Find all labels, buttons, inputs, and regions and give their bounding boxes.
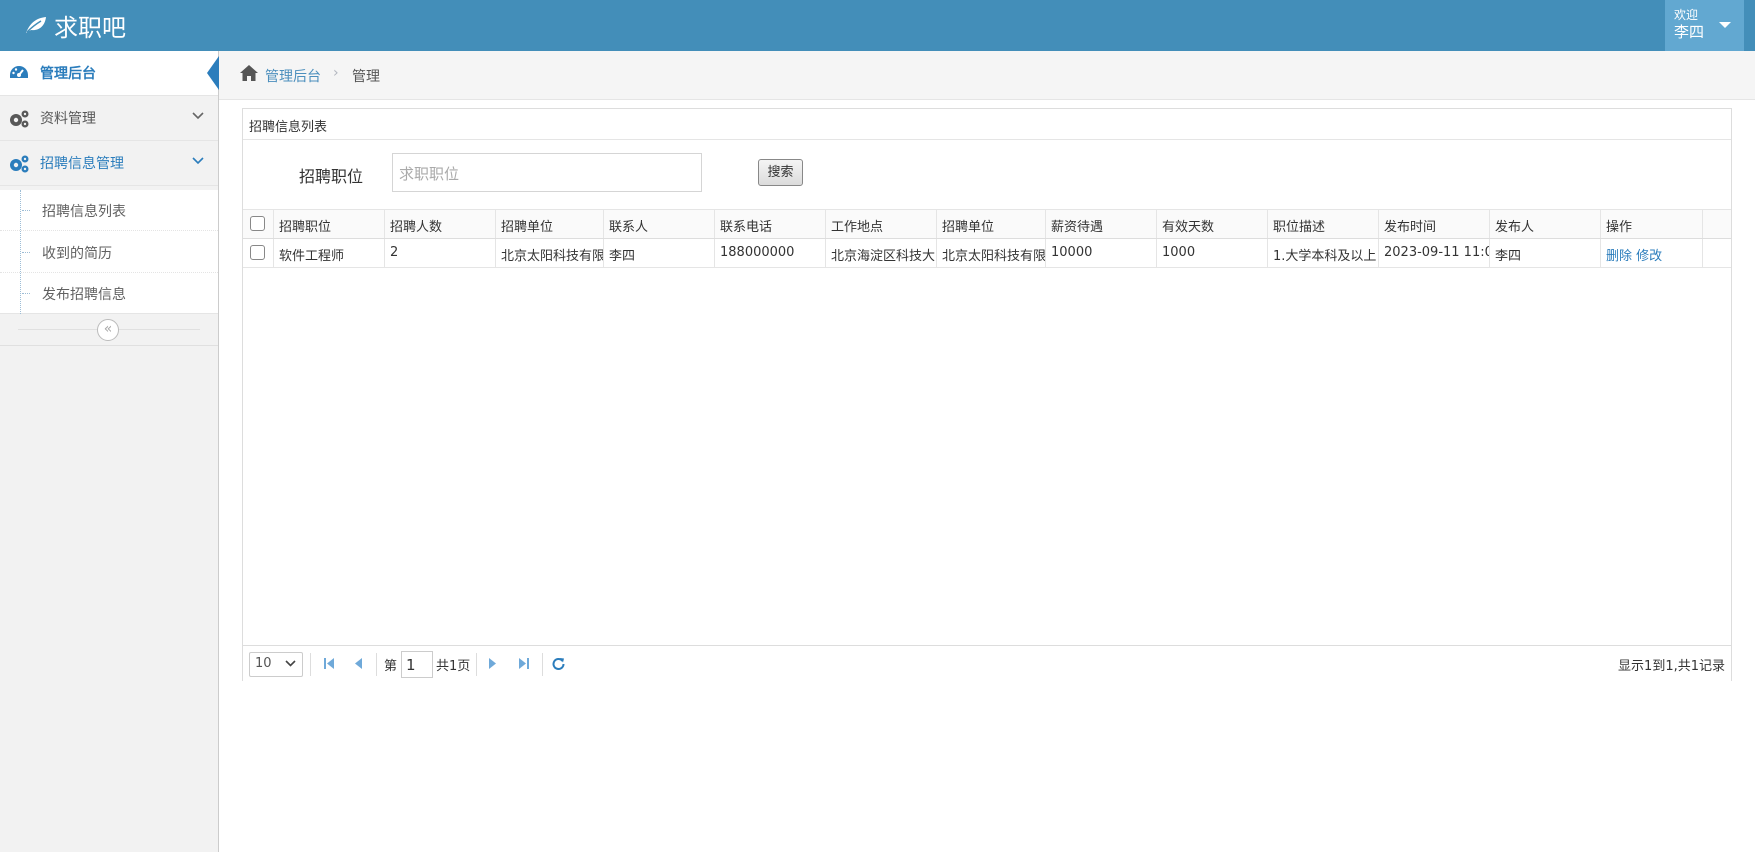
pagination-bar: 10 第 1 共1页 显示1到1,共1记录 (243, 645, 1731, 681)
column-header[interactable]: 操作 (1601, 210, 1703, 238)
collapse-sidebar-button[interactable]: « (97, 319, 119, 341)
recruitment-list-panel: 招聘信息列表 招聘职位 求职职位 搜索 招聘职位 招聘人数 招聘单位 联系人 联… (242, 108, 1732, 681)
submenu: 招聘信息列表 收到的简历 发布招聘信息 (0, 190, 218, 314)
dashboard-icon (10, 66, 28, 78)
last-page-icon[interactable] (518, 657, 530, 670)
cogs-icon (10, 155, 29, 173)
tree-dash (22, 210, 30, 211)
column-header[interactable]: 招聘职位 (274, 210, 385, 238)
brand[interactable]: 求职吧 (24, 8, 126, 42)
page-prefix: 第 (384, 659, 398, 674)
chevron-down-icon (192, 112, 204, 120)
top-navbar: 求职吧 欢迎 李四 (0, 0, 1755, 51)
chevron-down-icon (192, 157, 204, 165)
table-cell: 2 (385, 239, 496, 267)
table-cell: 李四 (604, 239, 715, 267)
table-cell: 北京太阳科技有限 (496, 239, 604, 267)
breadcrumb-separator: › (333, 65, 339, 81)
tree-dash (22, 293, 30, 294)
column-header[interactable]: 联系电话 (715, 210, 826, 238)
tree-dash (22, 252, 30, 253)
table-header: 招聘职位 招聘人数 招聘单位 联系人 联系电话 工作地点 招聘单位 薪资待遇 有… (243, 209, 1731, 239)
column-header[interactable]: 工作地点 (826, 210, 937, 238)
next-page-icon[interactable] (488, 657, 498, 670)
table-cell: 2023-09-11 11:0 (1379, 239, 1490, 267)
submenu-item-label: 招聘信息列表 (42, 204, 126, 220)
select-all-checkbox[interactable] (250, 216, 265, 231)
user-greeting: 欢迎 (1674, 8, 1699, 22)
breadcrumb: 管理后台 › 管理 (219, 51, 1755, 100)
column-header[interactable]: 职位描述 (1268, 210, 1379, 238)
table-cell: 李四 (1490, 239, 1601, 267)
divider (476, 653, 477, 676)
sidebar-item-label: 管理后台 (40, 66, 96, 82)
page-total: 共1页 (436, 659, 471, 674)
column-header[interactable]: 招聘人数 (385, 210, 496, 238)
submenu-item-label: 发布招聘信息 (42, 287, 126, 303)
column-header[interactable]: 薪资待遇 (1046, 210, 1157, 238)
chevron-down-icon (285, 660, 296, 667)
pagination-info: 显示1到1,共1记录 (1618, 659, 1725, 674)
column-header[interactable]: 招聘单位 (496, 210, 604, 238)
submenu-item-publish-recruitment[interactable]: 发布招聘信息 (0, 273, 218, 314)
delete-link[interactable]: 删除 (1606, 249, 1632, 264)
divider (542, 653, 543, 676)
first-page-icon[interactable] (323, 657, 335, 670)
actions-cell: 删除 修改 (1601, 239, 1703, 267)
table-cell: 软件工程师 (274, 239, 385, 267)
sidebar-item-label: 资料管理 (40, 111, 96, 127)
submenu-item-label: 收到的简历 (42, 246, 112, 262)
user-name: 李四 (1674, 23, 1705, 41)
table-cell: 1.大学本科及以上 (1268, 239, 1379, 267)
divider (310, 653, 311, 676)
divider (376, 653, 377, 676)
sidebar-item-dashboard[interactable]: 管理后台 (0, 51, 219, 96)
active-indicator (207, 56, 219, 90)
home-icon (240, 65, 258, 81)
cogs-icon (10, 110, 29, 128)
breadcrumb-home-link[interactable]: 管理后台 (265, 66, 321, 86)
column-header[interactable]: 有效天数 (1157, 210, 1268, 238)
search-label: 招聘职位 (299, 167, 364, 186)
page-size-select[interactable]: 10 (249, 652, 303, 677)
table-cell: 1000 (1157, 239, 1268, 267)
row-select-cell (243, 239, 274, 267)
column-header[interactable]: 招聘单位 (937, 210, 1046, 238)
table-cell: 10000 (1046, 239, 1157, 267)
page-number-input[interactable]: 1 (401, 651, 433, 678)
caret-down-icon (1719, 22, 1731, 28)
table-row[interactable]: 软件工程师 2 北京太阳科技有限 李四 188000000 北京海淀区科技大 北… (243, 239, 1731, 268)
refresh-icon[interactable] (552, 657, 565, 670)
double-chevron-left-icon: « (103, 321, 113, 337)
column-header[interactable]: 发布人 (1490, 210, 1601, 238)
submenu-item-recruitment-list[interactable]: 招聘信息列表 (0, 190, 218, 231)
previous-page-icon[interactable] (353, 657, 363, 670)
search-input[interactable]: 求职职位 (392, 153, 702, 192)
leaf-icon (26, 17, 46, 33)
sidebar-collapse-bar: « (0, 314, 218, 346)
sidebar-item-profile-management[interactable]: 资料管理 (0, 96, 218, 141)
select-all-cell (243, 210, 274, 238)
sidebar-item-label: 招聘信息管理 (40, 156, 124, 172)
search-button[interactable]: 搜索 (758, 159, 803, 186)
column-header[interactable]: 联系人 (604, 210, 715, 238)
submenu-item-received-resumes[interactable]: 收到的简历 (0, 232, 218, 273)
panel-title: 招聘信息列表 (243, 109, 1731, 140)
row-checkbox[interactable] (250, 245, 265, 260)
table-cell: 北京太阳科技有限 (937, 239, 1046, 267)
user-menu[interactable]: 欢迎 李四 (1665, 0, 1744, 51)
table-cell: 北京海淀区科技大 (826, 239, 937, 267)
column-header[interactable]: 发布时间 (1379, 210, 1490, 238)
brand-title: 求职吧 (54, 13, 126, 42)
sidebar-item-recruitment-management[interactable]: 招聘信息管理 (0, 141, 218, 186)
sidebar: 管理后台 资料管理 招聘信息管理 招聘信息列表 收到的简历 发布招聘信息 « (0, 51, 219, 852)
page-size-value: 10 (255, 656, 272, 671)
edit-link[interactable]: 修改 (1636, 249, 1662, 264)
table-cell: 188000000 (715, 239, 826, 267)
breadcrumb-current: 管理 (352, 69, 380, 85)
